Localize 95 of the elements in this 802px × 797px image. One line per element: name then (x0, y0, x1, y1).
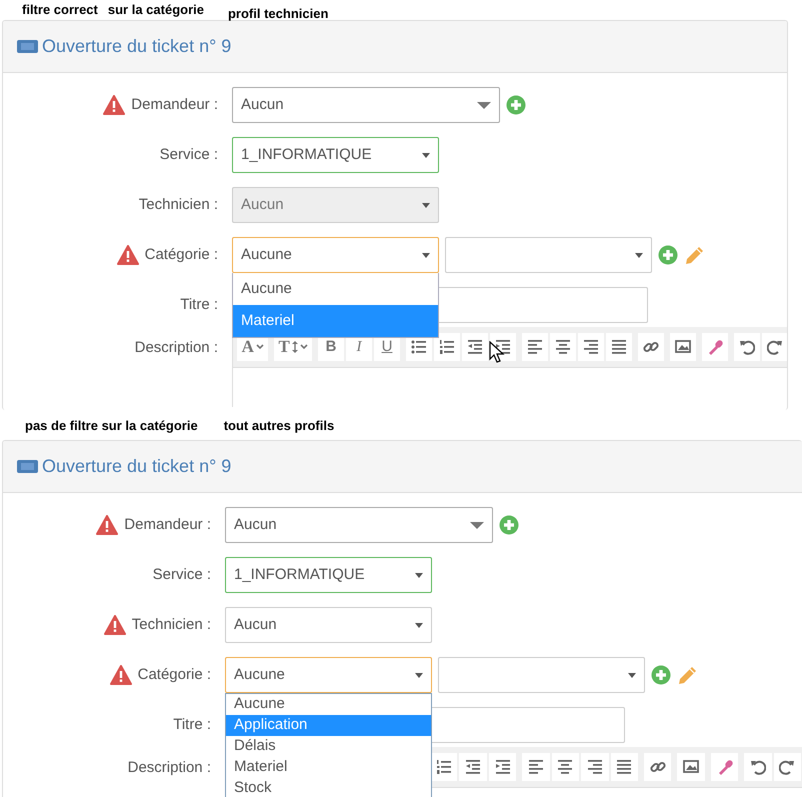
redo-icon (767, 339, 783, 355)
field-label: Description : (134, 338, 218, 358)
align-left-icon (528, 759, 544, 775)
align-center-icon (555, 339, 571, 355)
cursor-icon (489, 341, 505, 363)
align-justify-icon (611, 339, 627, 355)
align-justify-button[interactable] (606, 333, 632, 361)
caret-icon (635, 252, 643, 258)
caret-icon (470, 522, 484, 528)
dropdown-option[interactable]: Aucune (233, 273, 438, 305)
field-label: Titre : (173, 714, 211, 735)
caption-text: sur la catégorie (108, 1, 204, 19)
field-label: Catégorie : (144, 244, 218, 265)
caption-text: filtre correct (22, 1, 98, 19)
eyedropper-icon (707, 339, 723, 355)
align-left-button[interactable] (522, 333, 548, 361)
indent-icon (495, 339, 511, 355)
align-justify-button[interactable] (610, 753, 638, 781)
caret-icon (415, 622, 423, 628)
dropdown-option[interactable]: Aucune (226, 694, 431, 715)
field-label: Demandeur : (131, 94, 218, 115)
caret-icon (415, 572, 423, 578)
combo-box[interactable]: Aucun (232, 87, 500, 123)
ol-list-button[interactable] (434, 333, 460, 361)
field-label: Demandeur : (124, 514, 211, 535)
select-field[interactable] (445, 237, 652, 273)
select-field[interactable]: Aucun (225, 607, 432, 643)
eyedropper-icon (716, 759, 733, 775)
caption-text: pas de filtre sur la catégorie (25, 417, 198, 435)
field-label: Description : (128, 758, 211, 778)
ticket-icon (17, 38, 38, 55)
link-button[interactable] (644, 753, 672, 781)
select-field[interactable]: 1_INFORMATIQUE (232, 137, 439, 173)
image-icon (683, 759, 700, 775)
field-label: Technicien : (132, 614, 211, 635)
caret-icon (256, 344, 264, 350)
align-right-button[interactable] (578, 333, 604, 361)
align-right-icon (583, 339, 599, 355)
undo-icon (739, 339, 755, 355)
outdent-button[interactable] (459, 753, 487, 781)
caption-text: tout autres profils (224, 417, 334, 435)
panel-title: Ouverture du ticket n° 9 (42, 455, 232, 478)
redo-button[interactable] (774, 753, 802, 781)
dropdown-option[interactable]: Délais (226, 736, 431, 757)
align-left-icon (527, 339, 543, 355)
dropdown-option[interactable]: Stock (226, 778, 431, 797)
align-center-icon (557, 759, 574, 775)
undo-button[interactable] (734, 333, 760, 361)
undo-icon (750, 759, 766, 775)
panel-title: Ouverture du ticket n° 9 (42, 35, 232, 58)
ul-list-icon (411, 339, 427, 355)
field-label: Service : (152, 564, 211, 585)
link-button[interactable] (638, 333, 664, 361)
ol-list-button[interactable] (430, 753, 458, 781)
align-justify-icon (616, 759, 632, 775)
image-button[interactable] (670, 333, 696, 361)
field-label: Service : (160, 144, 218, 165)
field-label: Technicien : (138, 194, 218, 215)
combo-box[interactable]: Aucun (225, 507, 493, 543)
undo-button[interactable] (744, 753, 772, 781)
arrows-icon (292, 341, 298, 353)
ol-list-icon (439, 339, 455, 355)
select-field: Aucun (232, 187, 439, 223)
ticket-icon (17, 458, 38, 475)
align-right-button[interactable] (581, 753, 609, 781)
align-center-button[interactable] (550, 333, 576, 361)
caption-text: profil technicien (228, 5, 328, 23)
caret-icon (422, 252, 430, 258)
redo-icon (779, 759, 796, 775)
caret-icon (422, 202, 430, 208)
eyedropper-button[interactable] (702, 333, 728, 361)
caret-icon (422, 152, 430, 158)
caret-icon (300, 344, 308, 350)
indent-icon (494, 759, 511, 775)
align-left-button[interactable] (522, 753, 550, 781)
align-center-button[interactable] (552, 753, 580, 781)
caret-icon (477, 102, 491, 108)
align-right-icon (586, 759, 603, 775)
field-label: Catégorie : (138, 664, 211, 685)
caret-icon (415, 672, 423, 678)
outdent-icon (465, 759, 482, 775)
link-icon (650, 759, 666, 775)
link-icon (643, 339, 659, 355)
dropdown-option[interactable]: Materiel (226, 757, 431, 778)
field-label: Titre : (180, 294, 218, 315)
image-button[interactable] (677, 753, 705, 781)
select-field[interactable] (438, 657, 645, 693)
outdent-icon (467, 339, 483, 355)
select-field[interactable]: 1_INFORMATIQUE (225, 557, 432, 593)
eyedropper-button[interactable] (710, 753, 738, 781)
redo-button[interactable] (762, 333, 787, 361)
outdent-button[interactable] (462, 333, 488, 361)
image-icon (675, 339, 691, 355)
caret-icon (628, 672, 636, 678)
ol-list-icon (436, 759, 452, 775)
